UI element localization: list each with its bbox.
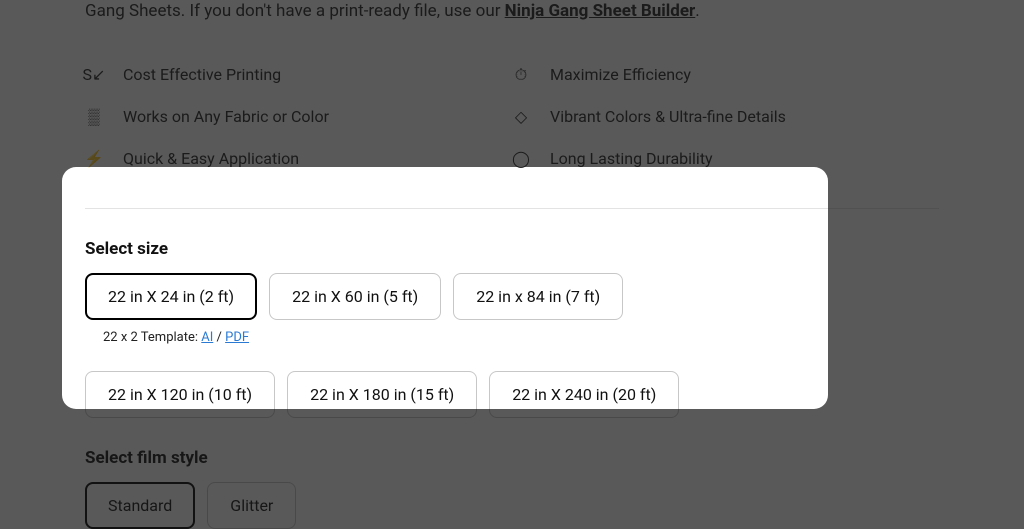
intro-text: Gang Sheets. If you don't have a print-r…	[85, 0, 939, 24]
feature-label: Works on Any Fabric or Color	[123, 107, 329, 126]
feature-item: ⏱ Maximize Efficiency	[512, 54, 939, 96]
drop-icon: ◇	[512, 107, 530, 126]
feature-label: Maximize Efficiency	[550, 65, 691, 84]
bolt-icon: ⚡	[85, 149, 103, 168]
feature-label: Quick & Easy Application	[123, 149, 299, 168]
feature-label: Long Lasting Durability	[550, 149, 713, 168]
feature-item: ◇ Vibrant Colors & Ultra-fine Details	[512, 96, 939, 138]
film-option[interactable]: Glitter	[207, 482, 296, 529]
template-ai-link[interactable]: AI	[201, 330, 213, 345]
size-option[interactable]: 22 in X 60 in (5 ft)	[269, 273, 441, 320]
size-option[interactable]: 22 in X 120 in (10 ft)	[85, 371, 275, 418]
clock-icon: ⏱	[512, 65, 530, 85]
feature-label: Cost Effective Printing	[123, 65, 281, 84]
feature-item: ⚡ Quick & Easy Application	[85, 138, 512, 180]
feature-item: ◯ Long Lasting Durability	[512, 138, 939, 180]
template-sep: /	[213, 330, 225, 345]
size-title: Select size	[85, 239, 939, 259]
feature-list: S↙ Cost Effective Printing ▒ Works on An…	[85, 54, 939, 209]
feature-item: ▒ Works on Any Fabric or Color	[85, 96, 512, 138]
shield-icon: ◯	[512, 149, 530, 168]
feature-label: Vibrant Colors & Ultra-fine Details	[550, 107, 786, 126]
size-option[interactable]: 22 in X 24 in (2 ft)	[85, 273, 257, 320]
feature-item: S↙ Cost Effective Printing	[85, 54, 512, 96]
template-prefix: 22 x 2 Template:	[103, 330, 201, 345]
film-title: Select film style	[85, 448, 939, 468]
builder-link[interactable]: Ninja Gang Sheet Builder	[505, 1, 696, 21]
size-option[interactable]: 22 in X 180 in (15 ft)	[287, 371, 477, 418]
template-links: 22 x 2 Template: AI / PDF	[103, 330, 939, 345]
size-option[interactable]: 22 in X 240 in (20 ft)	[489, 371, 679, 418]
size-option[interactable]: 22 in x 84 in (7 ft)	[453, 273, 623, 320]
cost-icon: S↙	[85, 65, 103, 84]
intro-prefix: Gang Sheets. If you don't have a print-r…	[85, 1, 505, 21]
grid-icon: ▒	[85, 107, 103, 127]
intro-suffix: .	[695, 1, 699, 21]
template-pdf-link[interactable]: PDF	[225, 330, 249, 345]
film-option[interactable]: Standard	[85, 482, 195, 529]
